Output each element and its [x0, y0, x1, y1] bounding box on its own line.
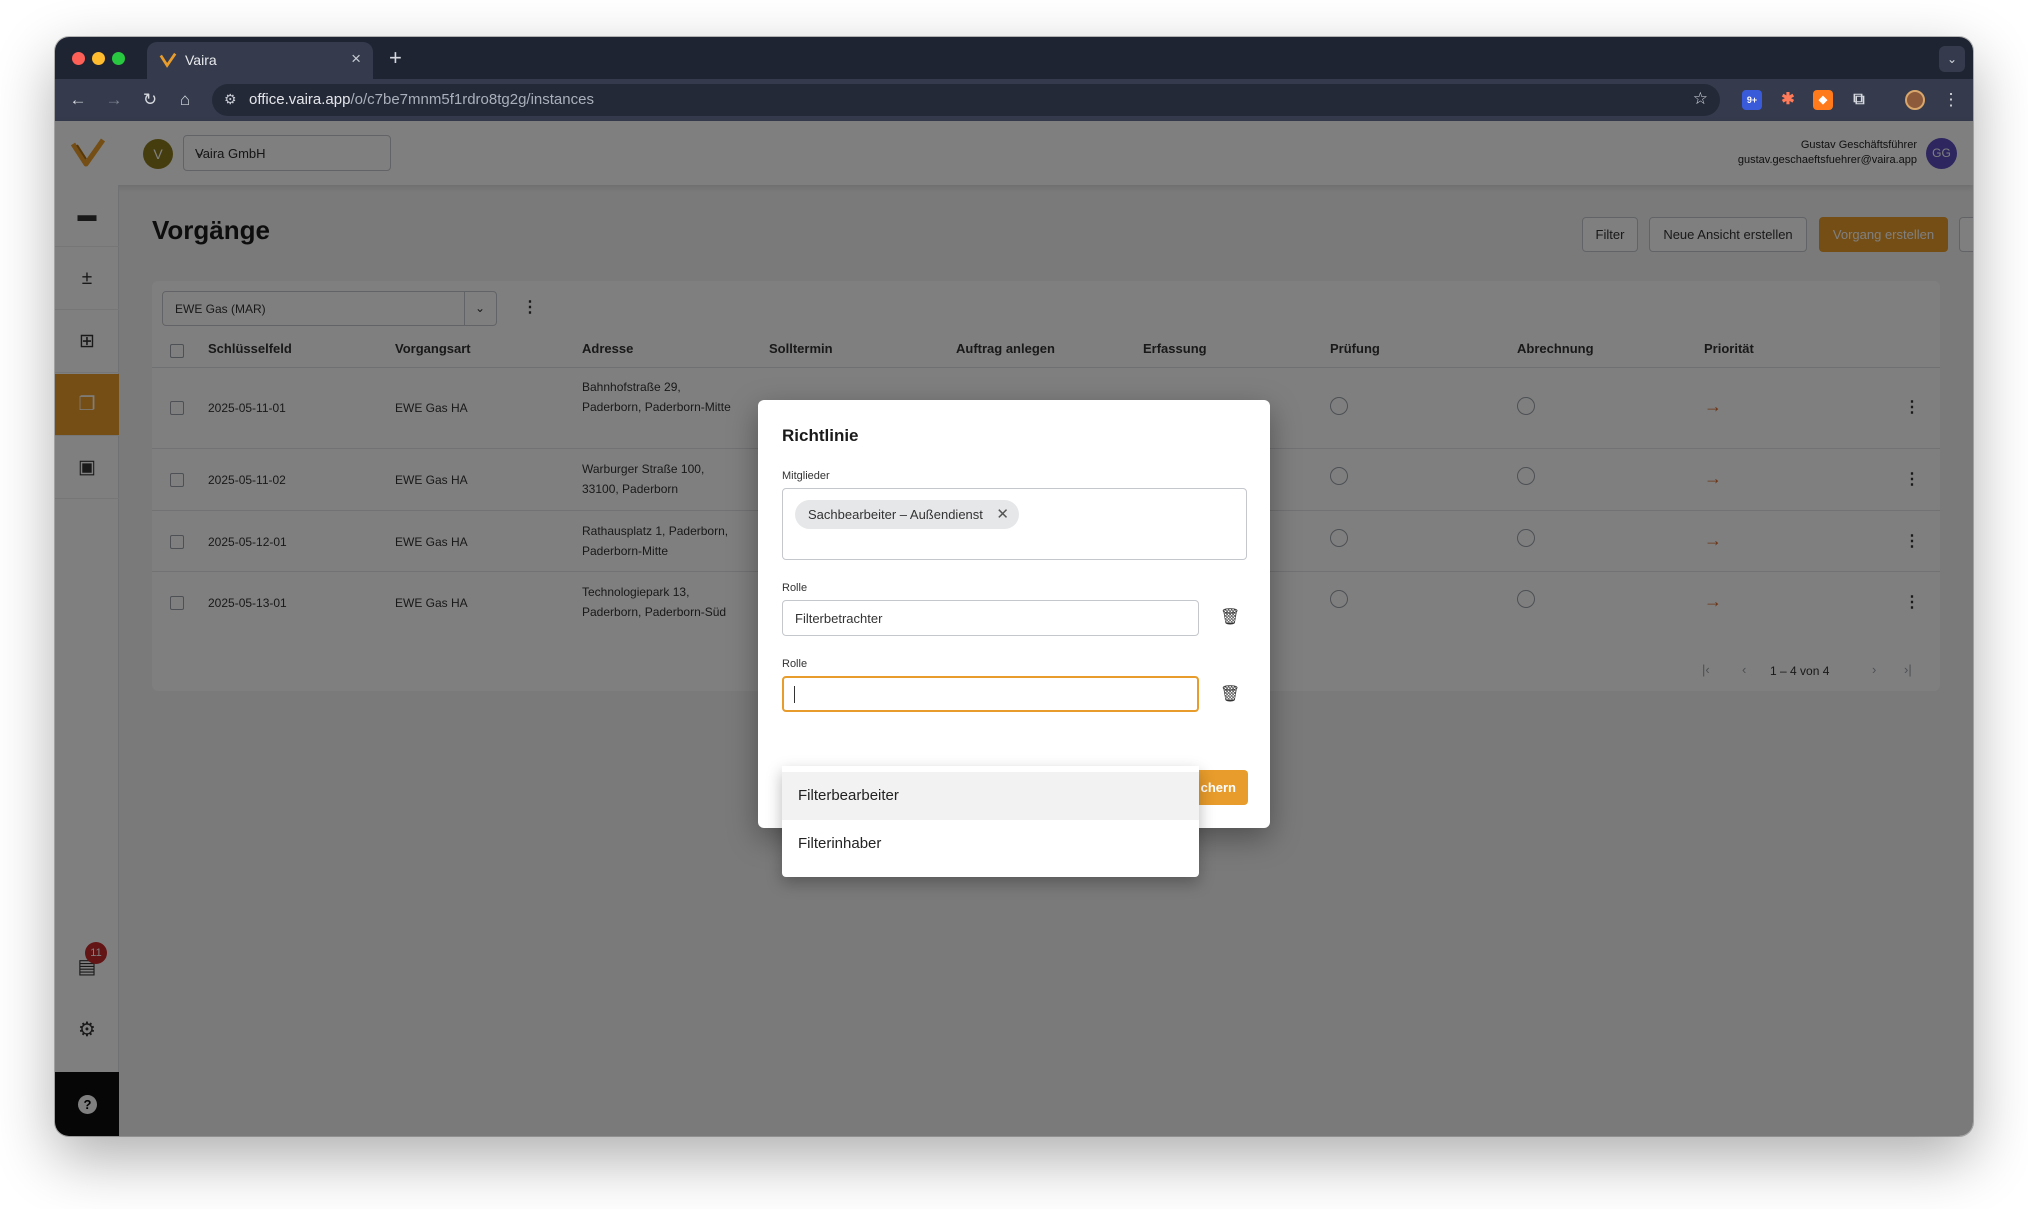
- browser-tab[interactable]: Vaira ×: [147, 42, 373, 79]
- close-window-button[interactable]: [72, 52, 85, 65]
- reload-icon[interactable]: ↻: [137, 87, 163, 113]
- dropdown-option[interactable]: Filterbearbeiter: [782, 772, 1199, 820]
- tab-search-icon[interactable]: ⌄: [1939, 46, 1965, 72]
- text-caret: [794, 686, 795, 703]
- role-input-active[interactable]: [782, 676, 1199, 712]
- role-label: Rolle: [782, 582, 808, 594]
- url-path: /o/c7be7mnm5f1rdro8tg2g/instances: [350, 91, 594, 108]
- members-input[interactable]: Sachbearbeiter – Außendienst ✕: [782, 488, 1247, 560]
- minimize-window-button[interactable]: [92, 52, 105, 65]
- browser-window: Vaira × + ⌄ ← → ↻ ⌂ ⚙ office.vaira.app/o…: [55, 37, 1973, 1136]
- extension-orange-icon[interactable]: ◆: [1813, 90, 1833, 110]
- url-host: office.vaira.app: [249, 91, 351, 108]
- trash-icon[interactable]: 🗑: [1220, 607, 1240, 627]
- profile-avatar[interactable]: [1905, 90, 1925, 110]
- role-options-dropdown: Filterbearbeiter Filterinhaber: [782, 766, 1199, 877]
- browser-toolbar: ← → ↻ ⌂ ⚙ office.vaira.app/o/c7be7mnm5f1…: [55, 79, 1973, 121]
- trash-icon[interactable]: 🗑: [1220, 684, 1240, 704]
- tab-strip: Vaira × + ⌄: [55, 37, 1973, 79]
- address-bar[interactable]: ⚙ office.vaira.app/o/c7be7mnm5f1rdro8tg2…: [212, 84, 1720, 116]
- tab-title: Vaira: [185, 52, 217, 68]
- zoom-window-button[interactable]: [112, 52, 125, 65]
- site-settings-icon[interactable]: ⚙: [224, 91, 237, 108]
- forward-icon[interactable]: →: [101, 87, 127, 113]
- remove-chip-icon[interactable]: ✕: [996, 500, 1009, 529]
- home-icon[interactable]: ⌂: [172, 87, 198, 113]
- extensions-puzzle-icon[interactable]: ⧉: [1849, 90, 1869, 110]
- member-chip-label: Sachbearbeiter – Außendienst: [808, 507, 983, 522]
- new-tab-button[interactable]: +: [389, 45, 402, 71]
- role-input[interactable]: Filterbetrachter: [782, 600, 1199, 636]
- extension-translate-icon[interactable]: 9+: [1742, 90, 1762, 110]
- policy-dialog: Richtlinie Mitglieder Sachbearbeiter – A…: [758, 400, 1270, 828]
- back-icon[interactable]: ←: [65, 87, 91, 113]
- browser-menu-icon[interactable]: ⋮: [1938, 87, 1964, 113]
- dropdown-option[interactable]: Filterinhaber: [782, 820, 1199, 868]
- dialog-title: Richtlinie: [782, 426, 859, 445]
- members-label: Mitglieder: [782, 470, 830, 482]
- vaira-favicon-icon: [159, 52, 177, 68]
- extension-hubspot-icon[interactable]: ✱: [1778, 90, 1798, 110]
- tab-close-icon[interactable]: ×: [351, 49, 361, 69]
- role-input-value: Filterbetrachter: [795, 611, 883, 626]
- role-label: Rolle: [782, 658, 808, 670]
- member-chip: Sachbearbeiter – Außendienst ✕: [795, 500, 1019, 529]
- url-text: office.vaira.app/o/c7be7mnm5f1rdro8tg2g/…: [249, 91, 594, 108]
- bookmark-star-icon[interactable]: ☆: [1693, 89, 1708, 109]
